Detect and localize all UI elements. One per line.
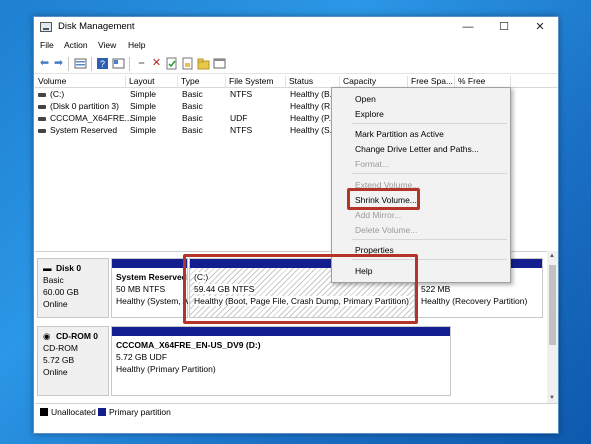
svg-text:?: ? [100,59,105,69]
legend: Unallocated Primary partition [35,403,558,419]
column-type[interactable]: Type [178,76,226,88]
partition-name: CCCOMA_X64FRE_EN-US_DV9 (D:) [116,340,261,350]
properties-icon[interactable] [112,57,125,70]
column-layout[interactable]: Layout [126,76,178,88]
menu-bar: File Action View Help [34,38,558,54]
disc-drive-icon [38,117,46,121]
volume-name: CCCOMA_X64FRE... [50,113,132,123]
volume-layout: Simple [130,89,156,99]
volume-row[interactable]: CCCOMA_X64FRE... Simple Basic UDF Health… [35,113,336,125]
partition-name: System Reserved [116,272,187,282]
volume-layout: Simple [130,125,156,135]
menu-change-drive-letter[interactable]: Change Drive Letter and Paths... [355,144,479,154]
window-icon[interactable] [213,57,226,70]
partition-size: 522 MB [421,284,451,294]
column-file-system[interactable]: File System [226,76,286,88]
delete-icon[interactable]: ✕ [150,57,163,70]
help-icon[interactable]: ? [96,57,109,70]
menu-format: Format... [355,159,390,169]
drive-icon [38,93,46,97]
menu-open[interactable]: Open [355,94,376,104]
volume-row[interactable]: (Disk 0 partition 3) Simple Basic Health… [35,101,337,113]
disk-name: Disk 0 [56,263,82,273]
column-volume[interactable]: Volume [35,76,126,88]
volume-layout: Simple [130,113,156,123]
partition-size: 5.72 GB UDF [116,352,168,362]
volume-fs: UDF [230,113,248,123]
unallocated-swatch [40,408,48,416]
drive-icon [38,129,46,133]
disk-name: CD-ROM 0 [56,331,99,341]
drive-icon [38,105,46,109]
primary-swatch [98,408,106,416]
minimize-button[interactable]: — [450,17,486,37]
volume-row[interactable]: (C:) Simple Basic NTFS Healthy (B... [35,89,337,101]
volume-status: Healthy (B... [290,89,337,99]
volume-status: Healthy (P... [290,113,336,123]
menu-delete-volume: Delete Volume... [355,225,418,235]
disk-size: 60.00 GB [43,287,79,297]
toolbar: ⬅ ➡ ? ⎯ ✕ [34,54,558,74]
volume-row[interactable]: System Reserved Simple Basic NTFS Health… [35,125,337,137]
connect-icon[interactable]: ⎯ [135,57,148,70]
volume-fs: NTFS [230,89,253,99]
scroll-down-icon[interactable]: ▼ [549,395,555,401]
disk-size: 5.72 GB [43,355,75,365]
check-icon[interactable] [165,57,178,70]
menu-add-mirror: Add Mirror... [355,210,402,220]
menu-action[interactable]: Action [64,40,88,50]
volume-name: System Reserved [50,125,118,135]
menu-help[interactable]: Help [128,40,145,50]
volume-fs: NTFS [230,125,253,135]
forward-icon[interactable]: ➡ [52,57,65,70]
disk-state: Online [43,299,68,309]
disk-0-label[interactable]: ▬ Disk 0 Basic 60.00 GB Online [37,258,109,318]
disk-state: Online [43,367,68,377]
partition-size: 50 MB NTFS [116,284,166,294]
partition-status: Healthy (Recovery Partition) [421,296,528,306]
disk-list-icon[interactable] [74,57,87,70]
folder-icon[interactable] [181,57,194,70]
back-icon[interactable]: ⬅ [38,57,51,70]
menu-explore[interactable]: Explore [355,109,384,119]
partition-status: Healthy (Primary Partition) [116,364,216,374]
legend-unallocated: Unallocated [51,407,96,417]
volume-type: Basic [182,101,203,111]
disk-map-scrollbar[interactable]: ▲ ▼ [547,251,558,403]
title-bar: Disk Management — ☐ ✕ [34,17,558,37]
disk-icon: ▬ [43,263,52,273]
disk-type: Basic [43,275,64,285]
legend-primary: Primary partition [109,407,171,417]
volume-layout: Simple [130,101,156,111]
maximize-button[interactable]: ☐ [486,17,522,37]
shrink-volume-highlight [347,188,420,210]
volume-type: Basic [182,113,203,123]
close-button[interactable]: ✕ [522,17,558,37]
volume-name: (C:) [50,89,65,99]
partition-status: Healthy (System, A [116,296,189,306]
c-drive-highlight [183,254,418,324]
new-folder-icon[interactable] [197,57,210,70]
cdrom-0-label[interactable]: ◉ CD-ROM 0 CD-ROM 5.72 GB Online [37,326,109,396]
scroll-up-icon[interactable]: ▲ [549,253,555,259]
partition-system-reserved[interactable]: System Reserved 50 MB NTFS Healthy (Syst… [111,258,188,318]
volume-type: Basic [182,125,203,135]
menu-file[interactable]: File [40,40,54,50]
volume-type: Basic [182,89,203,99]
scroll-thumb[interactable] [549,265,556,345]
cdrom-icon: ◉ [43,331,51,341]
menu-view[interactable]: View [98,40,116,50]
window-title: Disk Management [58,21,135,32]
volume-status: Healthy (S... [290,125,337,135]
disk-management-icon [40,22,52,32]
partition-cdrom-d[interactable]: CCCOMA_X64FRE_EN-US_DV9 (D:) 5.72 GB UDF… [111,326,451,396]
volume-name: (Disk 0 partition 3) [50,101,119,111]
disk-type: CD-ROM [43,343,78,353]
menu-mark-active[interactable]: Mark Partition as Active [355,129,444,139]
